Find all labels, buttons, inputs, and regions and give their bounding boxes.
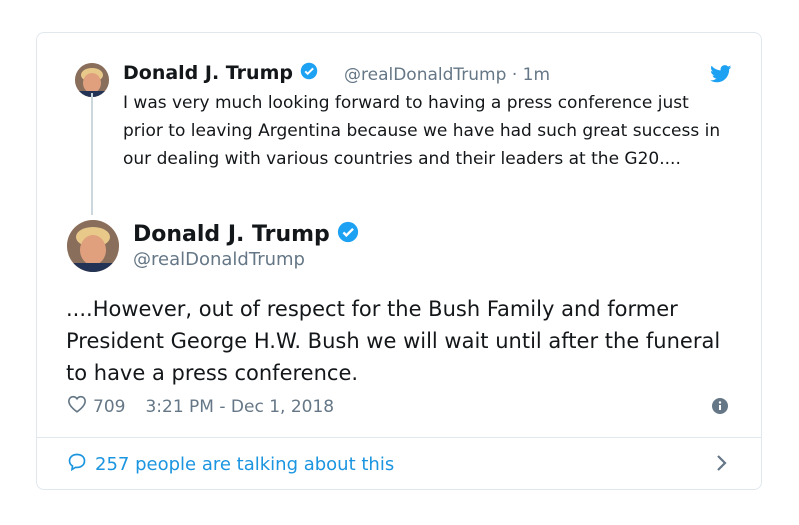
info-icon[interactable]	[712, 398, 728, 418]
verified-badge-icon	[337, 221, 359, 249]
main-tweet-text: ....However, out of respect for the Bush…	[66, 297, 721, 385]
chevron-right-icon[interactable]	[715, 453, 729, 477]
main-author-name-text[interactable]: Donald J. Trump	[133, 222, 330, 247]
tweet-meta: 709 3:21 PM - Dec 1, 2018	[67, 395, 334, 418]
like-count[interactable]: 709	[93, 397, 125, 417]
heart-icon[interactable]	[67, 395, 87, 418]
main-avatar[interactable]	[67, 220, 119, 272]
parent-tweet-text: I was very much looking forward to havin…	[123, 93, 721, 169]
conversation-link[interactable]: 257 people are talking about this	[67, 452, 394, 477]
parent-author-name-text[interactable]: Donald J. Trump	[123, 62, 293, 84]
talking-count-text[interactable]: 257 people are talking about this	[95, 454, 394, 475]
speech-bubble-icon	[67, 452, 87, 477]
parent-avatar[interactable]	[75, 63, 109, 97]
embedded-tweet-card: Donald J. Trump @realDonaldTrump · 1m I …	[36, 32, 762, 490]
parent-handle-line: @realDonaldTrump · 1m	[344, 65, 550, 85]
parent-time[interactable]: 1m	[523, 65, 550, 85]
handle-separator: ·	[511, 65, 518, 85]
thread-connector-line	[91, 93, 93, 215]
parent-author-name[interactable]: Donald J. Trump	[123, 62, 318, 85]
twitter-bird-icon[interactable]	[710, 65, 732, 87]
verified-badge-icon	[300, 62, 318, 85]
parent-handle[interactable]: @realDonaldTrump	[344, 65, 506, 85]
main-handle[interactable]: @realDonaldTrump	[133, 249, 305, 270]
footer-divider	[37, 437, 761, 438]
main-author-name[interactable]: Donald J. Trump	[133, 221, 359, 249]
tweet-timestamp[interactable]: 3:21 PM - Dec 1, 2018	[145, 397, 334, 417]
